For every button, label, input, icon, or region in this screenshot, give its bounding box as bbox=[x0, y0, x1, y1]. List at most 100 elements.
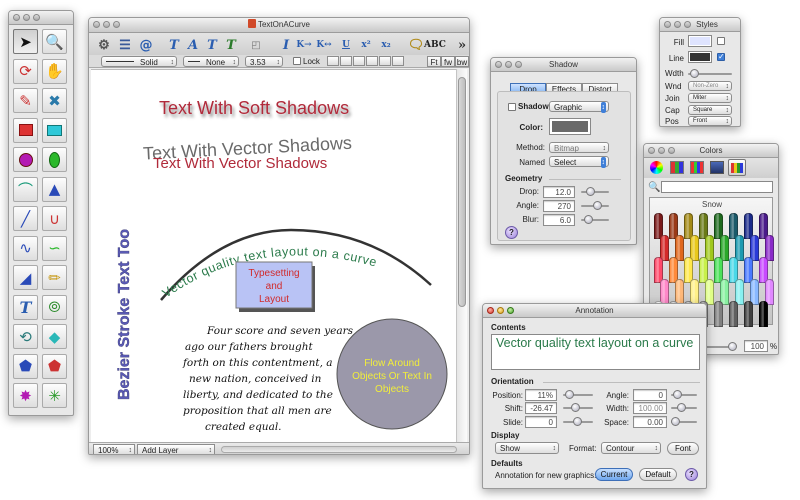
crayon-swatch[interactable] bbox=[759, 301, 768, 327]
shadow-type-popup[interactable]: Graphic bbox=[549, 101, 609, 113]
zoom-icon[interactable] bbox=[668, 147, 675, 154]
superscript-icon[interactable]: x² bbox=[357, 36, 375, 54]
zoom-tool[interactable]: 🔍 bbox=[42, 29, 67, 54]
drop-slider[interactable] bbox=[581, 187, 609, 196]
slide-field[interactable]: 0 bbox=[525, 416, 557, 428]
align-button-4[interactable] bbox=[366, 56, 378, 66]
styles-titlebar[interactable]: Styles bbox=[660, 18, 740, 32]
annotation-titlebar[interactable]: Annotation bbox=[483, 304, 706, 318]
shadow-color-well[interactable] bbox=[549, 118, 591, 135]
join-popup[interactable]: Miter bbox=[688, 93, 732, 103]
text-a-icon[interactable]: A bbox=[184, 36, 202, 54]
zoom-popup[interactable]: 100% bbox=[93, 444, 135, 454]
minimize-icon[interactable] bbox=[497, 307, 504, 314]
scroll-thumb[interactable] bbox=[458, 77, 466, 307]
display-popup[interactable]: Show bbox=[495, 442, 559, 454]
soft-shadow-text[interactable]: Text With Soft Shadows bbox=[159, 98, 349, 118]
polygon-tool[interactable]: ⬟ bbox=[42, 353, 67, 379]
crayon-swatch[interactable] bbox=[729, 301, 738, 327]
underline-icon[interactable]: U bbox=[337, 36, 355, 54]
align-button-6[interactable] bbox=[392, 56, 404, 66]
position-slider[interactable] bbox=[563, 390, 593, 399]
zoom-icon[interactable] bbox=[507, 307, 514, 314]
zoom-icon[interactable] bbox=[113, 21, 120, 28]
arc-tool[interactable]: ⌒ bbox=[13, 176, 38, 202]
close-icon[interactable] bbox=[664, 21, 671, 28]
starburst-tool[interactable]: ✳ bbox=[42, 383, 67, 408]
horizontal-scrollbar[interactable] bbox=[221, 446, 457, 453]
align-button-5[interactable] bbox=[379, 56, 391, 66]
color-palette-icon[interactable] bbox=[690, 161, 704, 174]
width-slider[interactable] bbox=[688, 69, 732, 78]
crayon-swatch[interactable] bbox=[714, 301, 723, 327]
help-button[interactable]: ? bbox=[685, 468, 698, 481]
pos-popup[interactable]: Front bbox=[688, 116, 732, 126]
fill-color-well[interactable] bbox=[688, 35, 712, 47]
spiral-tool[interactable]: ⦾ bbox=[42, 294, 67, 320]
font-button[interactable]: Font bbox=[667, 442, 699, 455]
zoom-icon[interactable] bbox=[33, 14, 40, 21]
minimize-icon[interactable] bbox=[505, 61, 512, 68]
text-t-small-icon[interactable]: T bbox=[203, 36, 221, 54]
close-icon[interactable] bbox=[93, 21, 100, 28]
crayons-icon[interactable] bbox=[728, 159, 746, 176]
align-button-1[interactable] bbox=[327, 56, 339, 66]
vertical-scrollbar[interactable] bbox=[456, 69, 467, 442]
angle-slider[interactable] bbox=[671, 390, 697, 399]
zoom-icon[interactable] bbox=[515, 61, 522, 68]
line-tool[interactable]: ╱ bbox=[13, 206, 38, 231]
position-field[interactable]: 11% bbox=[525, 389, 557, 401]
blur-slider[interactable] bbox=[581, 215, 609, 224]
align-button-2[interactable] bbox=[340, 56, 352, 66]
align-button-3[interactable] bbox=[353, 56, 365, 66]
space-slider[interactable] bbox=[671, 417, 697, 426]
angle-field[interactable]: 0 bbox=[633, 389, 667, 401]
tools-palette-titlebar[interactable] bbox=[9, 11, 73, 25]
text-mode-ft[interactable]: Ft bbox=[427, 56, 441, 67]
comment-icon[interactable]: 🗨 bbox=[407, 36, 425, 54]
text-mode-bw[interactable]: bw bbox=[455, 56, 469, 67]
document-titlebar[interactable]: TextOnACurve bbox=[89, 18, 469, 33]
help-button[interactable]: ? bbox=[505, 226, 518, 239]
overflow-chevron-icon[interactable]: » bbox=[453, 36, 469, 54]
close-icon[interactable] bbox=[13, 14, 20, 21]
blur-field[interactable]: 6.0 bbox=[543, 214, 575, 226]
contents-text-area[interactable]: Vector quality text layout on a curve bbox=[491, 334, 700, 370]
cyan-rectangle-tool[interactable] bbox=[42, 117, 67, 143]
text-mode-fw[interactable]: fw bbox=[441, 56, 455, 67]
drop-field[interactable]: 12.0 bbox=[543, 186, 575, 198]
lock-checkbox[interactable] bbox=[293, 57, 301, 65]
named-popup[interactable]: Select bbox=[549, 156, 609, 168]
close-icon[interactable] bbox=[487, 307, 494, 314]
colors-titlebar[interactable]: Colors bbox=[644, 144, 778, 158]
space-field[interactable]: 0.00 bbox=[633, 416, 667, 428]
rotate-shape-tool[interactable]: ⟲ bbox=[13, 324, 38, 349]
text-path-icon[interactable]: ◰ bbox=[247, 36, 265, 54]
triangle-tool[interactable]: ▲ bbox=[42, 176, 67, 202]
angle-slider[interactable] bbox=[581, 201, 609, 210]
circle-tool[interactable] bbox=[13, 147, 38, 172]
curve-tool[interactable]: ∪ bbox=[42, 206, 67, 231]
eyedropper-icon[interactable]: 🔍 bbox=[648, 182, 660, 193]
line-color-well[interactable] bbox=[688, 51, 712, 63]
close-icon[interactable] bbox=[495, 61, 502, 68]
gear-icon[interactable]: ⚙ bbox=[95, 36, 113, 54]
rectangle-tool[interactable] bbox=[13, 117, 38, 143]
line-checkbox[interactable]: ✓ bbox=[717, 53, 725, 61]
slide-slider[interactable] bbox=[563, 417, 593, 426]
layers-icon[interactable]: ☰ bbox=[116, 36, 134, 54]
shape-tool[interactable]: ◢ bbox=[13, 265, 38, 290]
kern-less-icon[interactable]: K→ bbox=[295, 36, 313, 54]
drawing-canvas[interactable]: Vector quality text layout on a curve Te… bbox=[91, 69, 457, 442]
color-wheel-icon[interactable] bbox=[650, 161, 663, 174]
eyedropper-tool[interactable]: ✎ bbox=[13, 88, 38, 113]
bezier-tool[interactable]: ∿ bbox=[13, 235, 38, 261]
shadow-checkbox[interactable] bbox=[508, 103, 516, 111]
ellipse-tool[interactable] bbox=[42, 147, 67, 172]
spiral-curve-tool[interactable]: ∽ bbox=[42, 235, 67, 261]
vector-shadow-text-front[interactable]: Text With Vector Shadows bbox=[153, 155, 327, 172]
method-popup[interactable]: Bitmap bbox=[549, 142, 609, 154]
image-palette-icon[interactable] bbox=[710, 161, 724, 174]
opacity-field[interactable]: 100 bbox=[744, 340, 768, 352]
zoom-icon[interactable] bbox=[684, 21, 691, 28]
